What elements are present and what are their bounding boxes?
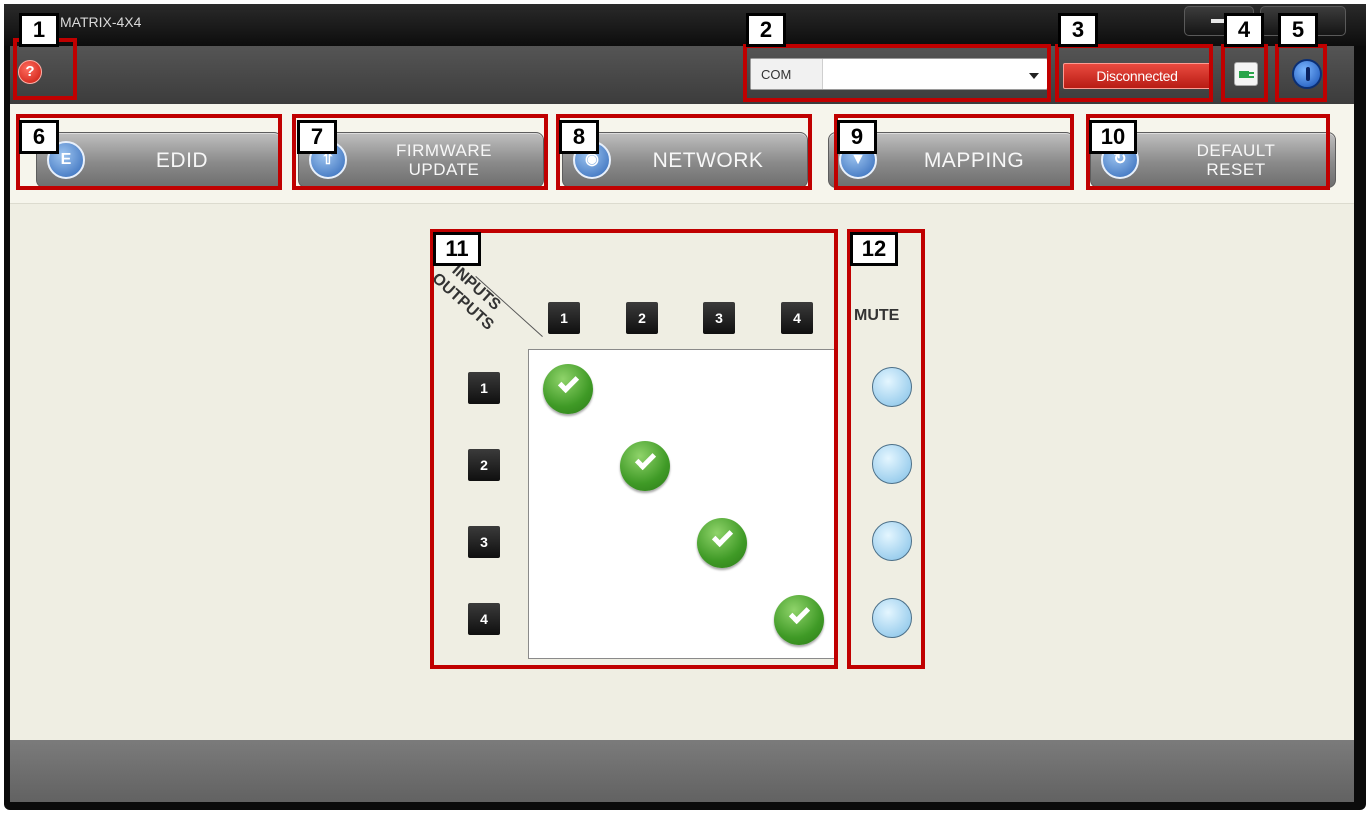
callout-number-12: 12: [850, 232, 898, 266]
callout-number-8: 8: [559, 120, 599, 154]
callout-box-4: [1221, 44, 1268, 102]
callout-number-9: 9: [837, 120, 877, 154]
callout-number-6: 6: [19, 120, 59, 154]
callout-box-1: [13, 38, 77, 100]
callout-number-7: 7: [297, 120, 337, 154]
callout-number-5: 5: [1278, 13, 1318, 47]
callout-number-2: 2: [746, 13, 786, 47]
callout-box-12: [847, 229, 925, 669]
callout-number-4: 4: [1224, 13, 1264, 47]
status-bar: [10, 740, 1354, 802]
callout-box-2: [743, 44, 1051, 102]
callout-number-3: 3: [1058, 13, 1098, 47]
callout-box-5: [1275, 44, 1327, 102]
callout-box-3: [1055, 44, 1213, 102]
title-bar[interactable]: MATRIX-4X4: [4, 4, 1366, 46]
callout-number-1: 1: [19, 13, 59, 47]
callout-number-11: 11: [433, 232, 481, 266]
app-title: MATRIX-4X4: [60, 14, 142, 30]
callout-number-10: 10: [1089, 120, 1137, 154]
callout-box-11: [430, 229, 838, 669]
